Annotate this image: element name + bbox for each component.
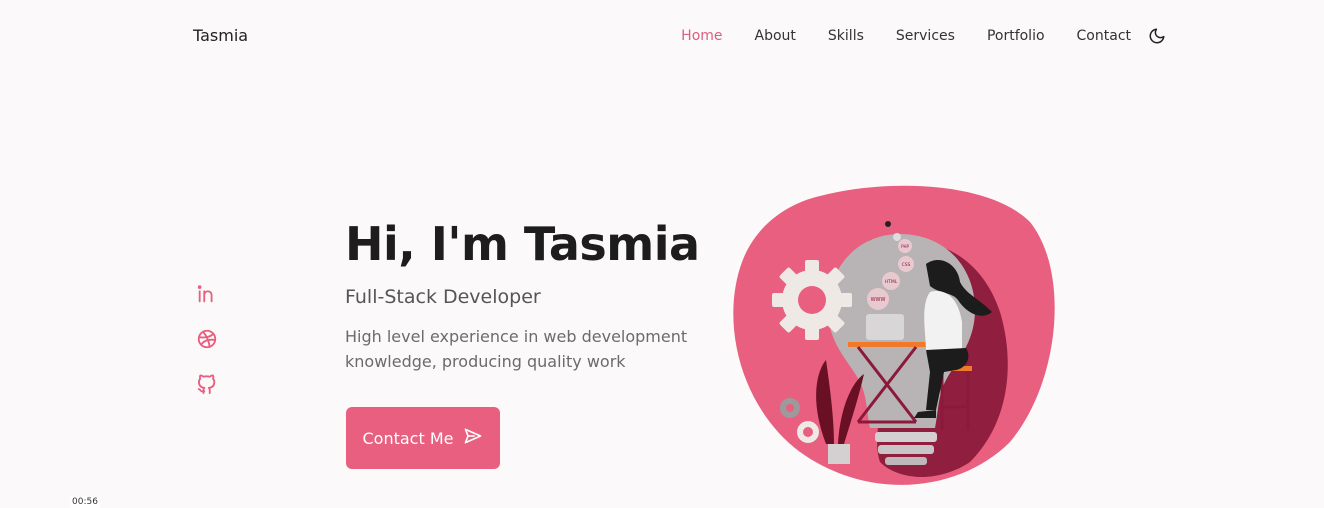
nav-link-home[interactable]: Home — [681, 26, 722, 46]
plant-pot — [828, 444, 850, 464]
laptop-shape — [866, 314, 904, 340]
nav-logo[interactable]: Tasmia — [193, 26, 248, 45]
moon-icon[interactable] — [1148, 26, 1168, 46]
html-label: HTML — [885, 279, 898, 285]
contact-me-label: Contact Me — [362, 428, 454, 448]
social-links — [196, 283, 218, 395]
nav-link-portfolio[interactable]: Portfolio — [987, 26, 1045, 46]
thought-dot — [885, 221, 891, 227]
www-label: WWW — [871, 297, 886, 303]
hero-subtitle: Full-Stack Developer — [345, 286, 541, 308]
nav-link-skills[interactable]: Skills — [828, 26, 864, 46]
small-gear-2-icon — [797, 421, 819, 443]
nav-link-about[interactable]: About — [755, 26, 796, 46]
hero-description: High level experience in web development… — [345, 327, 688, 371]
thought-dot — [893, 233, 901, 241]
github-icon[interactable] — [196, 373, 218, 395]
video-timestamp: 00:56 — [70, 497, 100, 508]
desk-top — [848, 342, 938, 347]
contact-me-button[interactable]: Contact Me — [346, 407, 500, 469]
linkedin-icon[interactable] — [196, 283, 218, 305]
css-label: CSS — [902, 262, 911, 268]
bulb-base-2 — [878, 445, 934, 454]
hero-illustration: PHP CSS HTML WWW — [733, 185, 1055, 485]
hero-title: Hi, I'm Tasmia — [345, 217, 700, 271]
gear-icon — [772, 260, 852, 340]
nav-link-contact[interactable]: Contact — [1077, 26, 1131, 46]
bulb-base-1 — [875, 432, 937, 442]
php-label: PHP — [901, 244, 909, 249]
dribbble-icon[interactable] — [196, 328, 218, 350]
nav-link-services[interactable]: Services — [896, 26, 955, 46]
nav-menu: Home About Skills Services Portfolio Con… — [649, 26, 1168, 46]
send-icon — [463, 426, 483, 450]
bulb-base-3 — [885, 457, 927, 465]
small-gear-icon — [780, 398, 800, 418]
